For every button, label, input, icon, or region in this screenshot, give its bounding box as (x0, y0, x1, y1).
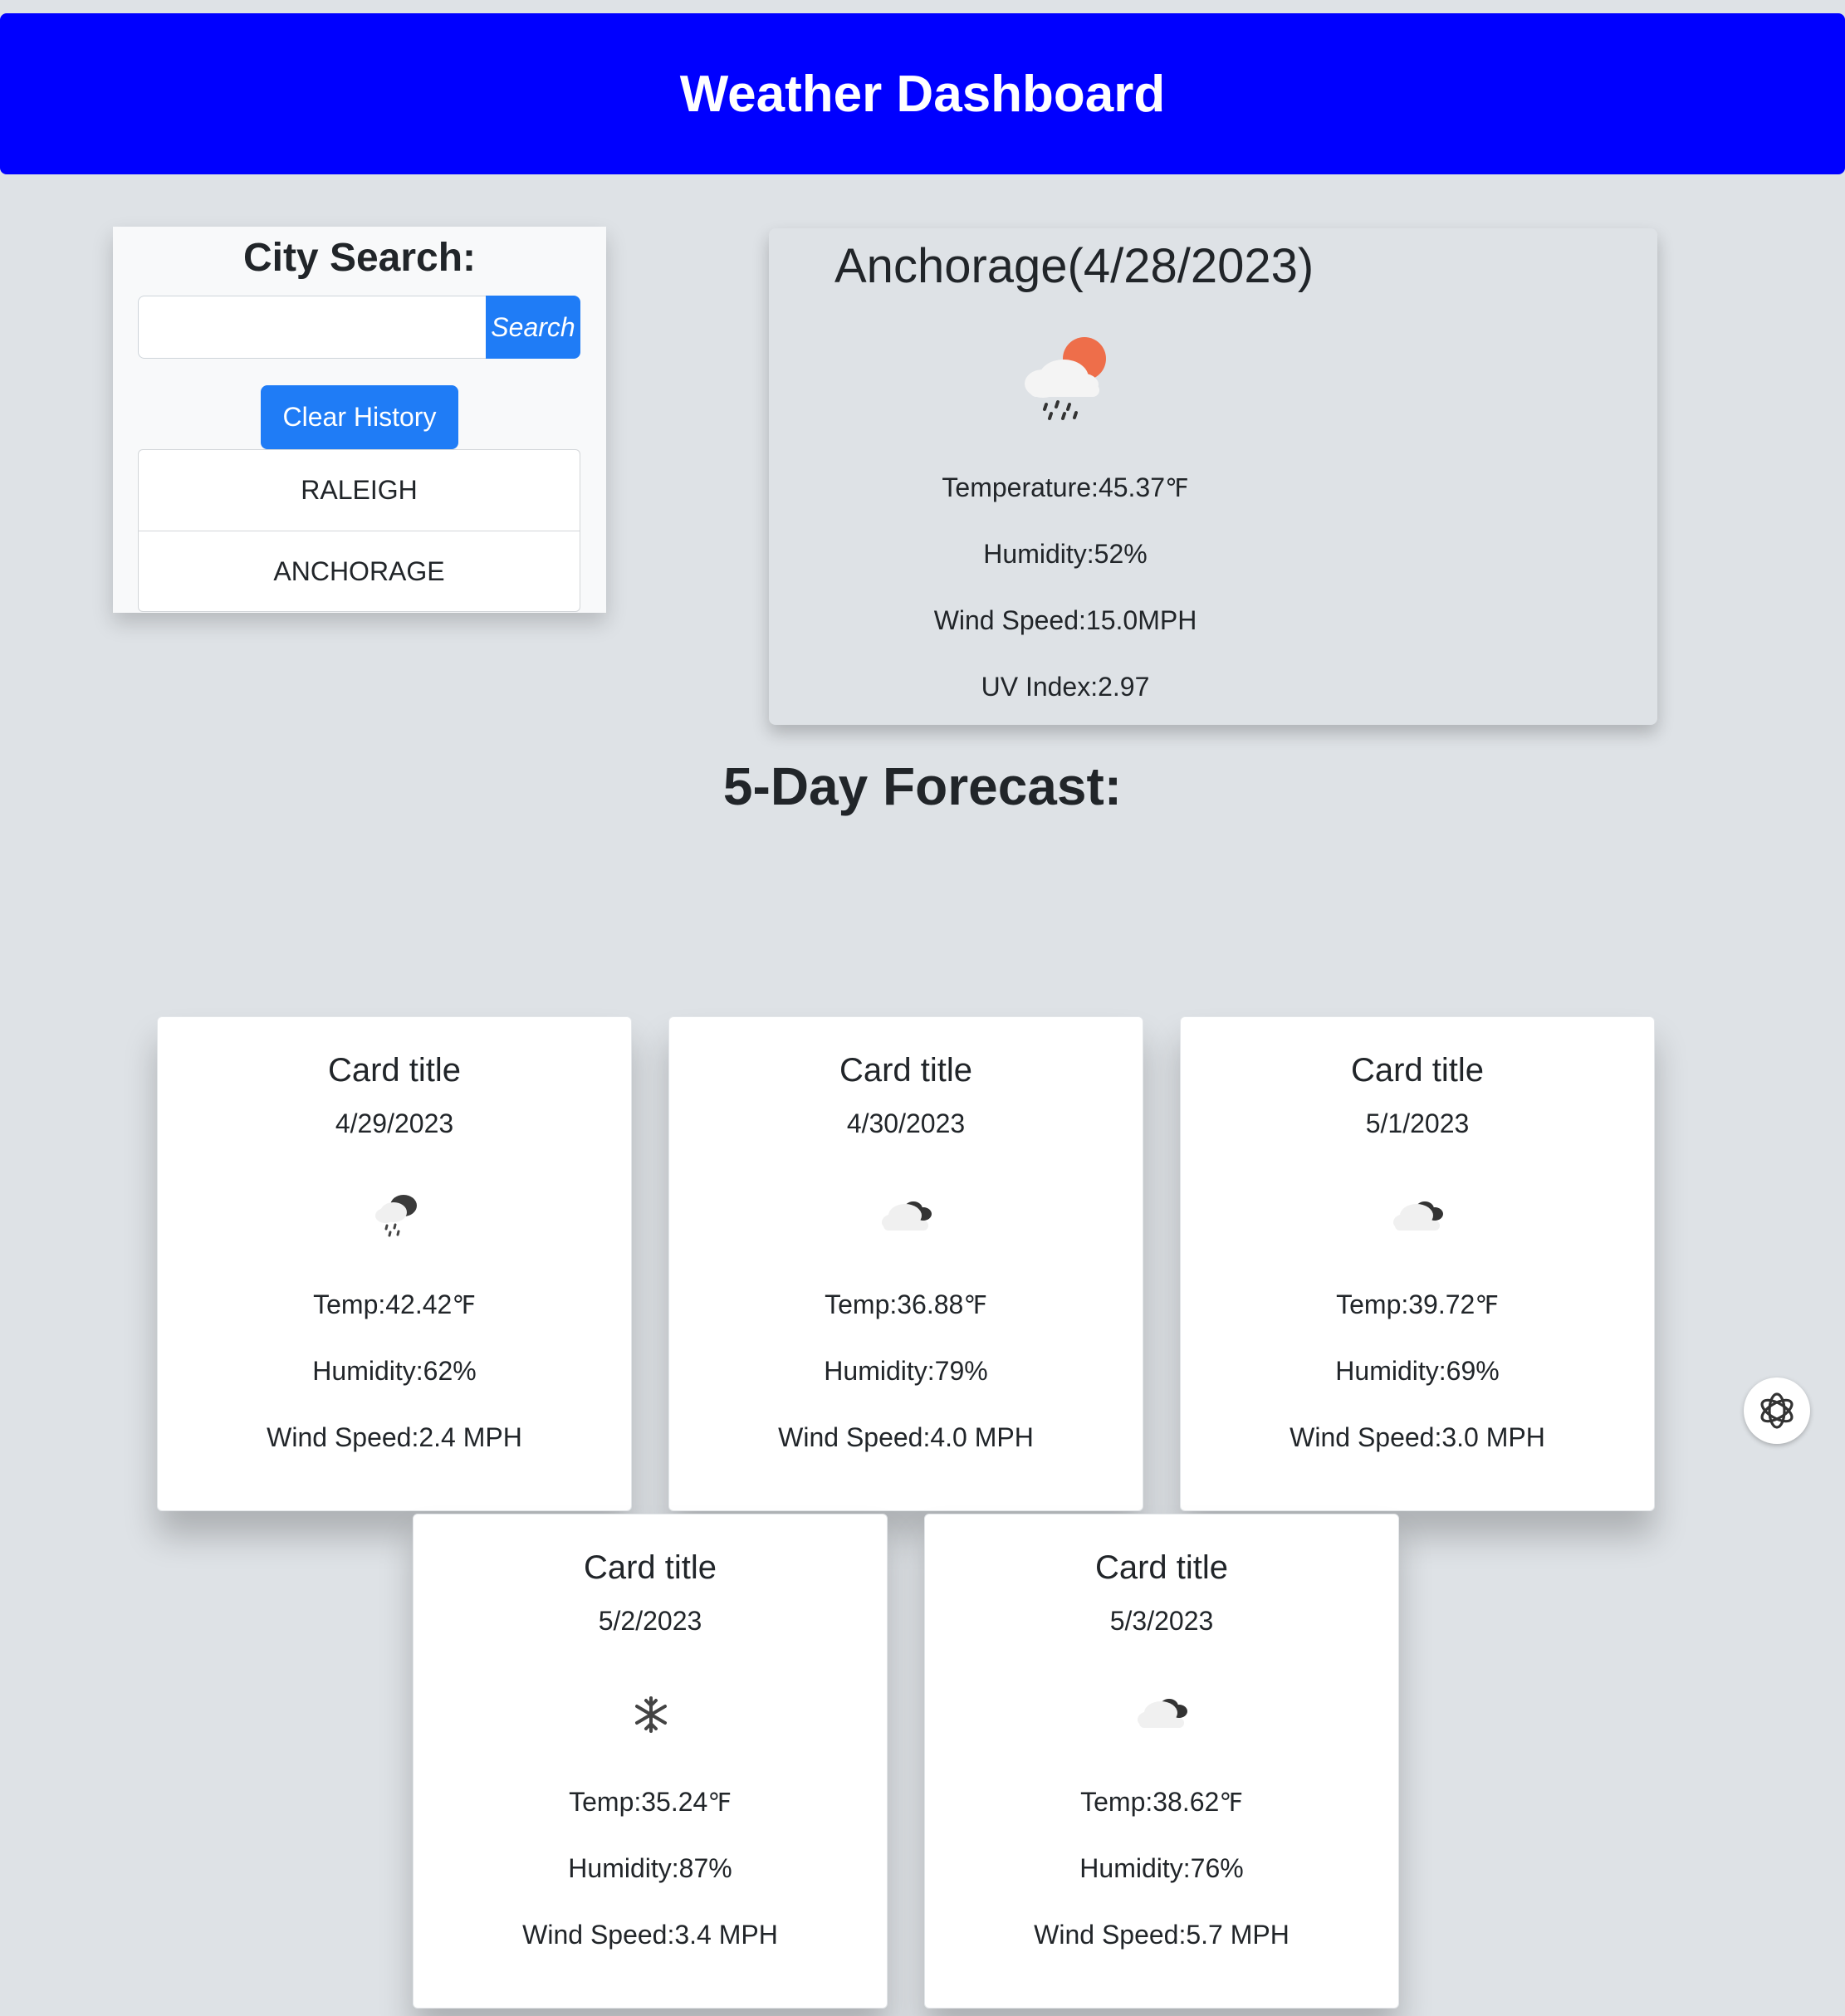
forecast-temp: Temp:39.72℉ (1181, 1289, 1654, 1320)
forecast-humidity: Humidity:79% (824, 1356, 988, 1386)
forecast-card: Card title 4/30/2023 Temp:36.88℉ Humidit… (668, 1016, 1143, 1511)
forecast-temp-value: 38.62 (1153, 1787, 1220, 1817)
history-item-anchorage[interactable]: ANCHORAGE (139, 531, 580, 611)
current-city-date: Anchorage(4/28/2023) (834, 239, 1314, 293)
page-header: Weather Dashboard (0, 13, 1845, 174)
temperature-unit: ℉ (1165, 475, 1189, 502)
forecast-temp-value: 36.88 (897, 1289, 964, 1319)
search-button[interactable]: Search (486, 296, 580, 359)
forecast-wind-speed: Wind Speed:3.0 MPH (1290, 1422, 1545, 1452)
broken-clouds-icon (882, 1201, 932, 1231)
search-history-list: RALEIGH ANCHORAGE (138, 449, 580, 612)
forecast-card-date: 4/30/2023 (846, 1108, 966, 1138)
forecast-card-title: Card title (583, 1549, 717, 1586)
broken-clouds-icon (1393, 1201, 1443, 1231)
city-search-input[interactable] (138, 296, 486, 359)
temperature-value: 45.37 (1098, 472, 1166, 502)
forecast-card-title: Card title (1350, 1052, 1485, 1089)
temperature-label: Temperature: (942, 472, 1099, 502)
forecast-temp-unit: ℉ (1475, 1292, 1499, 1319)
current-uv-index: UV Index:2.97 (981, 672, 1150, 702)
city-search-panel: City Search: Search Clear History RALEIG… (113, 227, 606, 613)
chatgpt-logo-icon (1760, 1392, 1794, 1429)
forecast-temp-value: 42.42 (385, 1289, 453, 1319)
search-row: Search (138, 296, 580, 359)
forecast-humidity: Humidity:62% (312, 1356, 477, 1386)
forecast-temp-label: Temp: (1080, 1787, 1153, 1817)
forecast-temp-unit: ℉ (1219, 1789, 1243, 1817)
current-wind-speed: Wind Speed:15.0MPH (933, 605, 1197, 635)
forecast-card: Card title 5/2/2023 Temp:35.24℉ Humidity… (413, 1514, 888, 2009)
forecast-humidity: Humidity:87% (568, 1853, 732, 1883)
forecast-temp: Temp:42.42℉ (158, 1289, 631, 1320)
forecast-card-title: Card title (1094, 1549, 1229, 1586)
forecast-temp-label: Temp: (313, 1289, 386, 1319)
forecast-temp-unit: ℉ (707, 1789, 732, 1817)
forecast-card: Card title 5/3/2023 Temp:38.62℉ Humidity… (924, 1514, 1399, 2009)
snow-icon (635, 1696, 667, 1733)
forecast-wind-speed: Wind Speed:4.0 MPH (778, 1422, 1034, 1452)
forecast-temp: Temp:35.24℉ (414, 1787, 887, 1818)
forecast-temp-value: 35.24 (641, 1787, 708, 1817)
forecast-title: 5-Day Forecast: (722, 756, 1123, 816)
current-humidity: Humidity:52% (983, 539, 1148, 569)
current-weather-card: Anchorage(4/28/2023) Temperature:45.37℉ … (769, 228, 1657, 725)
forecast-humidity: Humidity:69% (1335, 1356, 1500, 1386)
forecast-card-date: 5/2/2023 (598, 1606, 702, 1636)
forecast-temp-value: 39.72 (1408, 1289, 1476, 1319)
forecast-card-date: 4/29/2023 (335, 1108, 454, 1138)
forecast-card-date: 5/3/2023 (1109, 1606, 1214, 1636)
forecast-card: Card title 4/29/2023 Temp:42.42℉ Humidit… (157, 1016, 632, 1511)
chatgpt-extension-button[interactable] (1744, 1377, 1810, 1444)
forecast-temp-label: Temp: (825, 1289, 898, 1319)
rain-cloud-icon (375, 1195, 417, 1237)
forecast-wind-speed: Wind Speed:3.4 MPH (522, 1920, 778, 1950)
history-item-raleigh[interactable]: RALEIGH (139, 450, 580, 531)
broken-clouds-icon (1138, 1699, 1187, 1728)
forecast-card-title: Card title (839, 1052, 973, 1089)
forecast-temp: Temp:38.62℉ (925, 1787, 1398, 1818)
forecast-temp-unit: ℉ (452, 1292, 476, 1319)
forecast-temp-label: Temp: (569, 1787, 642, 1817)
forecast-temp-unit: ℉ (963, 1292, 987, 1319)
forecast-card-date: 5/1/2023 (1365, 1108, 1470, 1138)
forecast-temp: Temp:36.88℉ (669, 1289, 1143, 1320)
forecast-card-title: Card title (327, 1052, 462, 1089)
current-temperature: Temperature:45.37℉ (769, 472, 1362, 503)
page-title: Weather Dashboard (679, 65, 1166, 123)
forecast-wind-speed: Wind Speed:2.4 MPH (267, 1422, 522, 1452)
forecast-humidity: Humidity:76% (1079, 1853, 1244, 1883)
clear-history-button[interactable]: Clear History (261, 385, 458, 449)
forecast-wind-speed: Wind Speed:5.7 MPH (1034, 1920, 1290, 1950)
forecast-card: Card title 5/1/2023 Temp:39.72℉ Humidity… (1180, 1016, 1655, 1511)
forecast-temp-label: Temp: (1336, 1289, 1409, 1319)
city-search-title: City Search: (242, 236, 477, 280)
rain-sun-icon (1025, 337, 1106, 420)
